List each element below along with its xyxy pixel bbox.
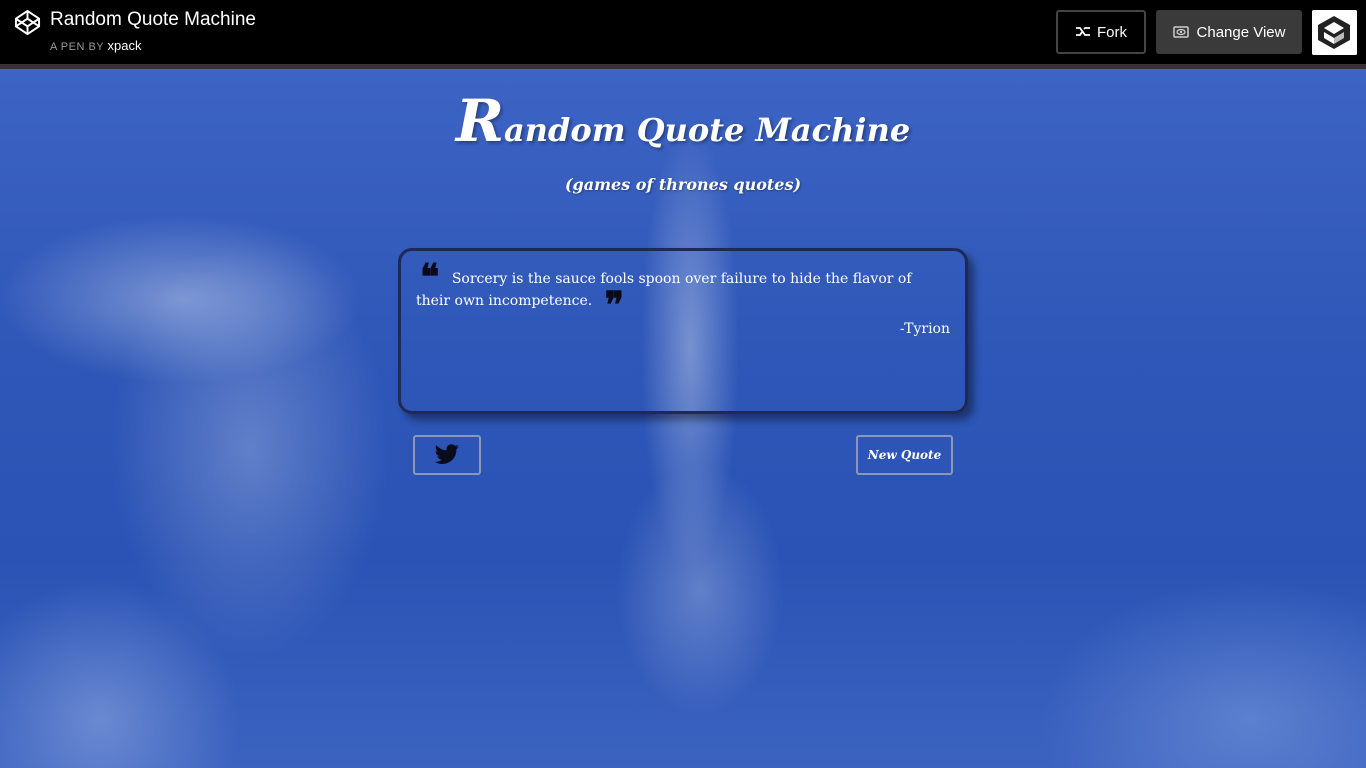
eye-icon [1172, 26, 1189, 38]
change-view-label: Change View [1196, 23, 1286, 41]
quote-box: ❝ Sorcery is the sauce fools spoon over … [398, 248, 968, 414]
fork-label: Fork [1097, 23, 1127, 41]
user-avatar[interactable] [1312, 10, 1357, 55]
twitter-bird-icon [434, 444, 459, 464]
fork-button[interactable]: Fork [1056, 10, 1146, 54]
tweet-button[interactable] [413, 435, 481, 475]
avatar-image [1312, 10, 1357, 55]
pen-byline: A PEN BY xpack [50, 38, 141, 53]
app-title-rest: andom Quote Machine [504, 111, 911, 149]
quote-text-block: ❝ Sorcery is the sauce fools spoon over … [416, 256, 950, 326]
author-link[interactable]: xpack [108, 38, 142, 53]
app-subtitle: (games of thrones quotes) [564, 175, 802, 194]
pen-title: Random Quote Machine [50, 9, 256, 30]
app-title: Random Quote Machine [0, 87, 1366, 155]
close-quote-icon: ❞ [604, 284, 625, 326]
pen-by-label: A PEN BY [50, 41, 104, 53]
new-quote-button[interactable]: New Quote [856, 435, 953, 475]
quote-text: Sorcery is the sauce fools spoon over fa… [416, 271, 912, 309]
result-preview: Random Quote Machine (games of thrones q… [0, 69, 1366, 768]
app-title-initial: R [455, 87, 505, 155]
fork-icon [1076, 27, 1090, 36]
open-quote-icon: ❝ [420, 256, 440, 298]
change-view-button[interactable]: Change View [1156, 10, 1302, 54]
codepen-header: Random Quote Machine A PEN BY xpack Fork… [0, 0, 1366, 64]
quote-author: -Tyrion [899, 321, 950, 337]
codepen-logo-icon[interactable] [14, 9, 41, 36]
